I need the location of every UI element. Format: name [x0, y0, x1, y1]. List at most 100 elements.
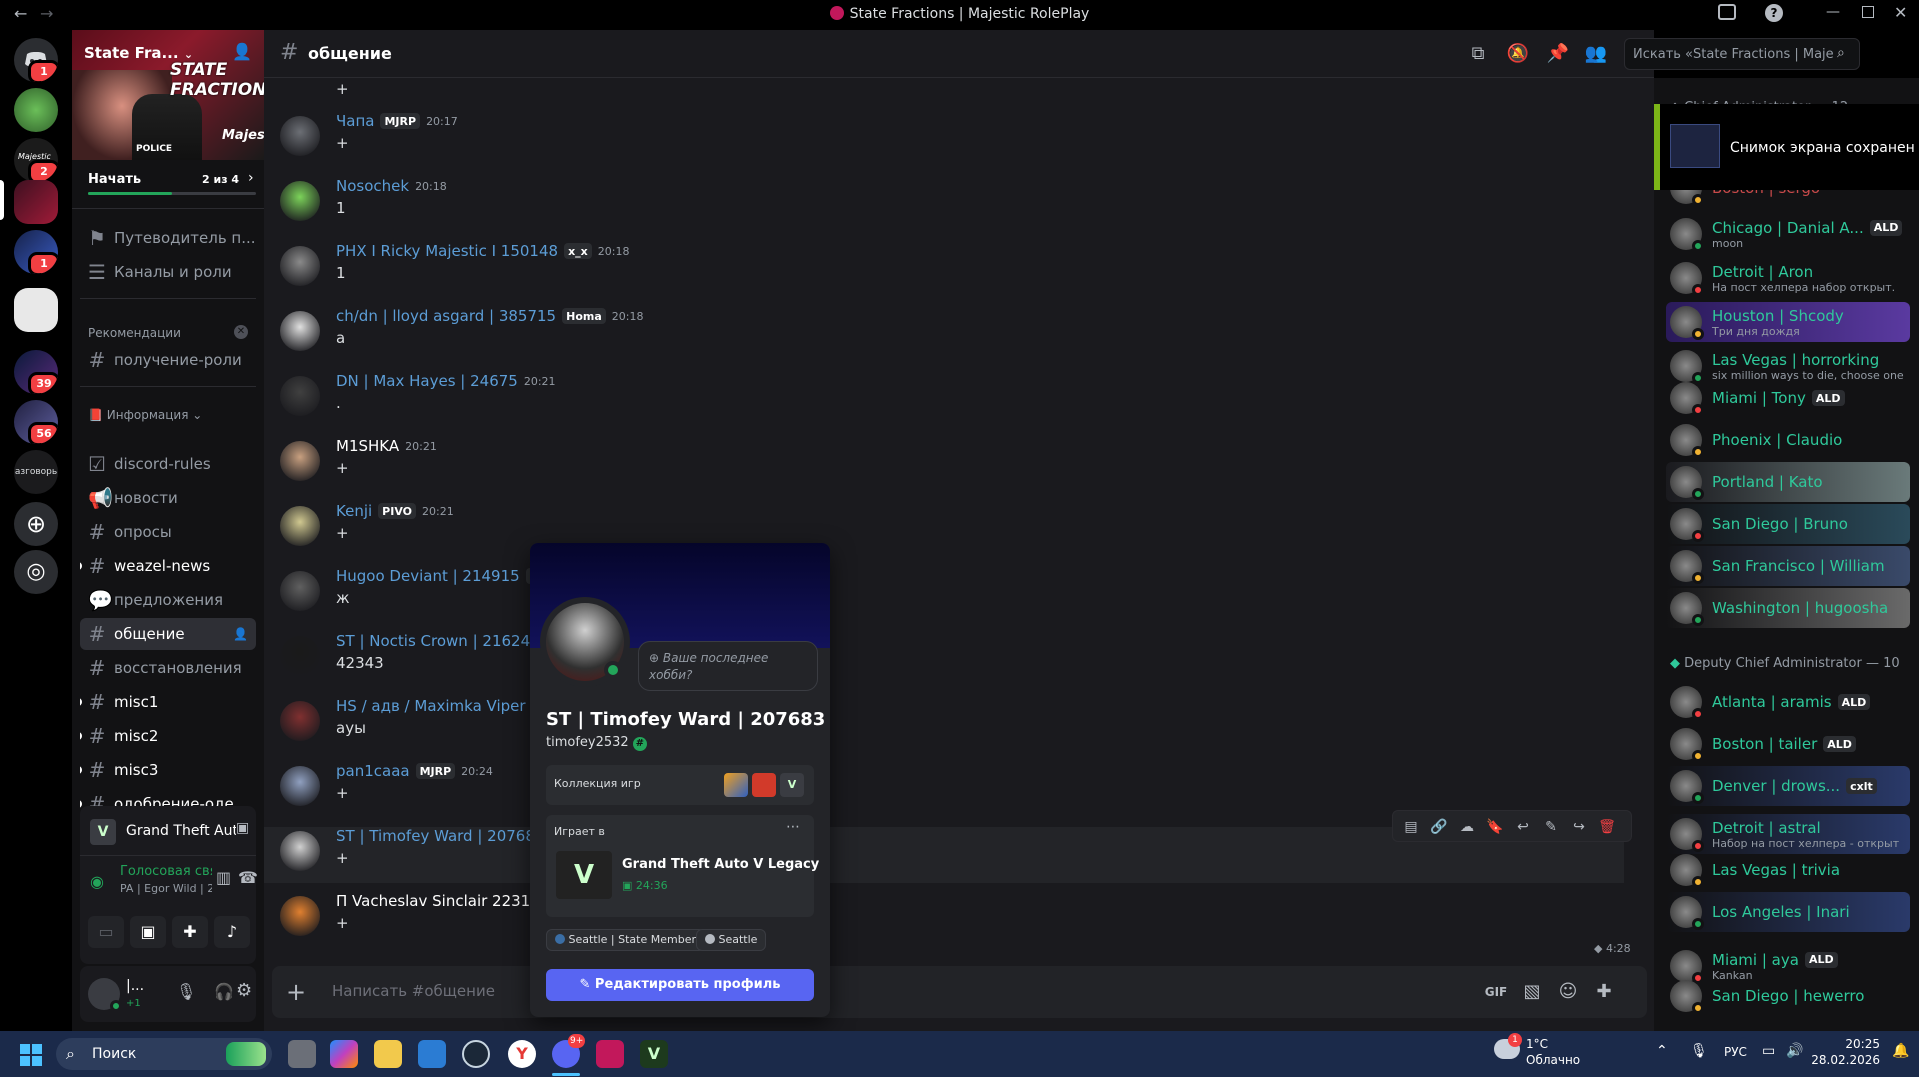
message[interactable]: Hugoo Deviant | 214915M ж	[280, 567, 1380, 627]
clock-date[interactable]: 28.02.2026	[1810, 1053, 1880, 1067]
guild-icon[interactable]: 1	[14, 230, 58, 274]
message[interactable]: Nosochek 20:18 1	[280, 177, 1380, 237]
channel-item[interactable]: ☑ discord-rules	[80, 448, 256, 480]
server-banner[interactable]: POLICE State Fra... ⌄ 👤 STATE FRACTION M…	[72, 30, 264, 160]
reply-icon[interactable]: ↩	[1511, 815, 1535, 839]
avatar[interactable]	[280, 896, 320, 936]
channel-item[interactable]: # общение 👤	[80, 618, 256, 650]
disconnect-icon[interactable]: ☎	[238, 868, 258, 887]
guild-tag[interactable]: Homa	[562, 308, 606, 324]
channel-item[interactable]: # misc3	[80, 754, 256, 786]
guild-icon[interactable]	[14, 88, 58, 132]
message-author[interactable]: pan1caaa	[336, 762, 410, 780]
file-explorer-icon[interactable]	[374, 1040, 402, 1068]
member-item[interactable]: San Diego | hewerro	[1666, 976, 1910, 1016]
edit-profile-button[interactable]: ✎ Редактировать профиль	[546, 969, 814, 1001]
message[interactable]: pan1caaa MJRP 20:24 +	[280, 762, 1380, 822]
avatar[interactable]	[280, 441, 320, 481]
gta-taskbar-icon[interactable]: V	[640, 1040, 668, 1068]
avatar[interactable]	[280, 506, 320, 546]
guild-tag[interactable]: MJRP	[415, 763, 456, 779]
message[interactable]: DN | Max Hayes | 24675 20:21.	[280, 372, 1380, 432]
soundboard-button[interactable]: ♪	[214, 916, 250, 948]
message-author[interactable]: ch/dn | lloyd asgard | 385715	[336, 307, 556, 325]
message-author[interactable]: Kenji	[336, 502, 372, 520]
pinned-icon[interactable]: 📌	[1546, 42, 1570, 66]
microphone-icon[interactable]: 🎙	[176, 982, 196, 1001]
guild-tag[interactable]: PIVO	[378, 503, 416, 519]
channel-item[interactable]: # опросы	[80, 516, 256, 548]
gif-icon[interactable]: GIF	[1484, 980, 1508, 1004]
message-composer[interactable]: + Написать #общение GIF ▧ ☺ ✚	[272, 966, 1647, 1018]
message[interactable]: PHX I Ricky Majestic I 150148 x_x 20:18 1	[280, 242, 1380, 302]
member-item[interactable]: Detroit | astral Набор на пост хелпера - …	[1666, 814, 1910, 854]
message[interactable]: ST | Noctis Crown | 216245 42343	[280, 632, 1380, 692]
chevron-up-icon[interactable]: ⌃	[1656, 1043, 1668, 1059]
member-item[interactable]: Houston | Shcody Три дня дождя	[1666, 302, 1910, 342]
guild-tag[interactable]: MJRP	[380, 113, 421, 129]
invite-icon[interactable]: 👤	[232, 42, 252, 61]
avatar[interactable]	[280, 181, 320, 221]
microphone-tray-icon[interactable]: 🎙	[1690, 1043, 1708, 1059]
profile-avatar[interactable]	[540, 597, 630, 687]
app-icon[interactable]: ▤	[1399, 815, 1423, 839]
add-server-icon[interactable]: ⊕	[14, 502, 58, 546]
member-item[interactable]: Las Vegas | trivia	[1666, 850, 1910, 890]
member-list-icon[interactable]: 👥	[1584, 42, 1608, 66]
avatar[interactable]	[280, 311, 320, 351]
add-attachment-icon[interactable]: +	[286, 978, 306, 1006]
apps-icon[interactable]: ✚	[1592, 980, 1616, 1004]
emoji-icon[interactable]: ☺	[1556, 980, 1580, 1004]
noise-suppression-icon[interactable]: ▥	[216, 868, 231, 887]
activities-button[interactable]: ✚	[172, 916, 208, 948]
start-icon[interactable]	[20, 1044, 42, 1066]
member-item[interactable]: San Diego | Bruno	[1666, 504, 1910, 544]
message[interactable]: ch/dn | lloyd asgard | 385715 Homa 20:18 a	[280, 307, 1380, 367]
playing-card[interactable]: Играет в ⋯ V Grand Theft Auto V Legacy ▣…	[546, 815, 819, 917]
help-icon[interactable]: ?	[1765, 4, 1783, 22]
discord-taskbar-icon[interactable]: 9+	[552, 1034, 586, 1068]
close-button[interactable]: ✕	[1894, 3, 1907, 22]
avatar[interactable]	[88, 978, 122, 1012]
voice-channel[interactable]: PA | Egor Wild | 20...	[120, 882, 212, 895]
m365-icon[interactable]	[330, 1040, 358, 1068]
message-author[interactable]: Hugoo Deviant | 214915	[336, 567, 520, 585]
guild-icon[interactable]	[14, 288, 58, 332]
trash-icon[interactable]: 🗑	[1595, 815, 1619, 839]
language-indicator[interactable]: РУС	[1724, 1045, 1747, 1059]
message-author[interactable]: DN | Max Hayes | 24675	[336, 372, 518, 390]
message-author[interactable]: П Vacheslav Sinclair 223143	[336, 892, 549, 910]
channel-browse[interactable]: ☰ Каналы и роли	[80, 256, 256, 288]
thread-icon[interactable]: ☁	[1455, 815, 1479, 839]
channel-get-roles[interactable]: # получение-роли	[80, 344, 256, 376]
inbox-icon[interactable]	[1718, 4, 1736, 20]
voice-status[interactable]: Голосовая связь	[120, 864, 212, 879]
notifications-icon[interactable]: 🔔	[1892, 1043, 1909, 1059]
category-info[interactable]: 📕 Информация ⌄	[88, 408, 202, 422]
guild-folder[interactable]: азговорь	[14, 450, 58, 494]
camera-off-button[interactable]: ▭	[88, 916, 124, 948]
avatar[interactable]	[280, 571, 320, 611]
avatar[interactable]	[280, 636, 320, 676]
channel-guide[interactable]: ⚑ Путеводитель п...	[80, 222, 256, 254]
message-author[interactable]: PHX I Ricky Majestic I 150148	[336, 242, 558, 260]
game-collection[interactable]: Коллекция игр V	[546, 765, 814, 805]
role-chip[interactable]: Seattle	[696, 929, 767, 951]
weather-icon[interactable]: 1	[1494, 1033, 1522, 1059]
discover-icon[interactable]: ◎	[14, 550, 58, 594]
notification-bell-icon[interactable]: 🔕	[1506, 42, 1530, 66]
channel-item[interactable]: # misc1	[80, 686, 256, 718]
guild-tag[interactable]: x_x	[564, 243, 592, 259]
volume-icon[interactable]: 🔊	[1786, 1043, 1803, 1059]
member-item[interactable]: Chicago | Danial A... ALD moon	[1666, 214, 1910, 254]
message-author[interactable]: ST | Noctis Crown | 216245	[336, 632, 540, 650]
store-icon[interactable]	[418, 1040, 446, 1068]
member-item[interactable]: Miami | Tony ALD	[1666, 378, 1910, 418]
member-item[interactable]: Boston | tailer ALD	[1666, 724, 1910, 764]
bookmark-icon[interactable]: 🔖	[1483, 815, 1507, 839]
link-icon[interactable]: 🔗	[1427, 815, 1451, 839]
invite-icon[interactable]: 👤	[233, 627, 248, 641]
avatar[interactable]	[280, 246, 320, 286]
member-item[interactable]: Los Angeles | Inari	[1666, 892, 1910, 932]
sticker-icon[interactable]: ▧	[1520, 980, 1544, 1004]
